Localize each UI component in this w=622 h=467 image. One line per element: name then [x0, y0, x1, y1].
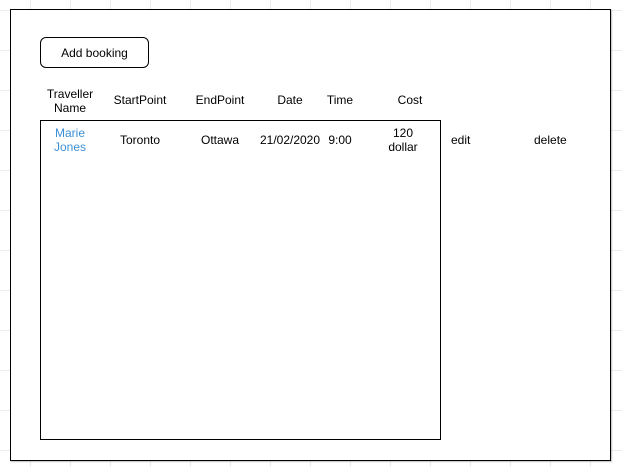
date-cell: 21/02/2020	[259, 133, 321, 147]
header-end-point: EndPoint	[195, 93, 245, 107]
header-traveller-name: Traveller Name	[47, 87, 93, 115]
header-date: Date	[277, 93, 303, 107]
time-cell: 9:00	[328, 133, 352, 147]
edit-link[interactable]: edit	[451, 133, 470, 147]
header-start-point: StartPoint	[113, 93, 167, 107]
header-cost: Cost	[397, 93, 423, 107]
cost-amount: 120	[392, 126, 414, 140]
header-traveller-name-line2: Name	[53, 101, 87, 115]
traveller-name-link[interactable]: Marie Jones	[54, 126, 86, 154]
traveller-last-name: Jones	[53, 140, 87, 154]
start-point-cell: Toronto	[119, 133, 161, 147]
add-booking-button[interactable]: Add booking	[40, 37, 149, 68]
cost-unit: dollar	[388, 140, 418, 154]
traveller-first-name: Marie	[54, 126, 85, 140]
header-traveller-name-line1: Traveller	[46, 87, 94, 101]
cost-cell: 120 dollar	[388, 126, 417, 154]
header-time: Time	[326, 93, 354, 107]
end-point-cell: Ottawa	[200, 133, 240, 147]
bookings-table	[40, 120, 441, 440]
delete-link[interactable]: delete	[534, 133, 567, 147]
